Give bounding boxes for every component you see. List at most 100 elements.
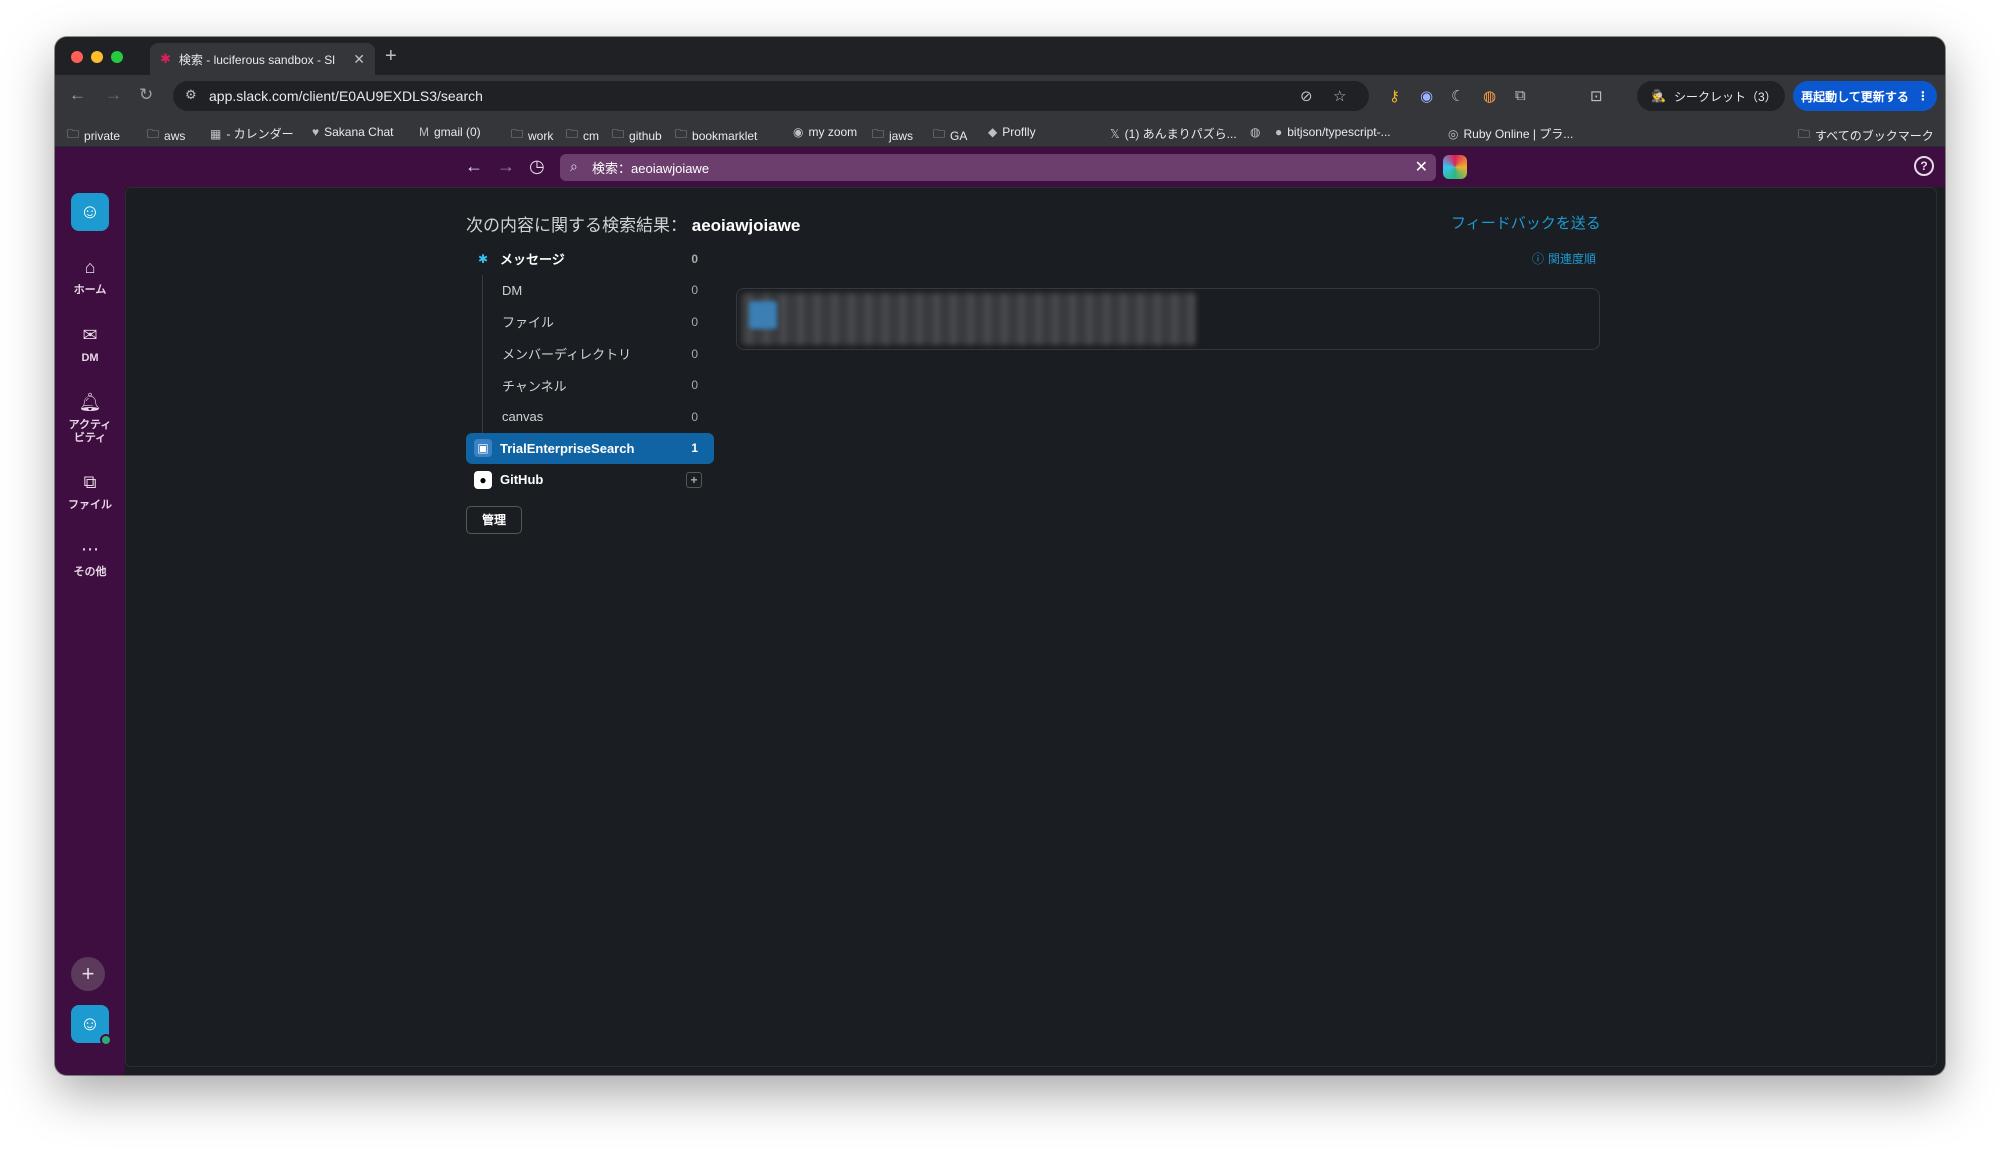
bookmark-item[interactable]: 🗀 aws <box>147 125 185 146</box>
extension-icon[interactable]: ◍ <box>1483 87 1496 105</box>
rail-item-more[interactable]: ⋯ その他 <box>55 539 125 579</box>
github-icon: ● <box>1275 125 1283 139</box>
folder-icon: 🗀 <box>67 127 80 141</box>
workspace-icon[interactable]: ☺ <box>71 193 109 231</box>
user-avatar[interactable]: ☺ <box>71 1005 112 1046</box>
more-icon: ⋯ <box>81 539 99 559</box>
maximize-window-button[interactable] <box>111 51 123 63</box>
bookmark-item[interactable]: Mgmail (0) <box>419 125 481 139</box>
filter-label: メンバーディレクトリ <box>502 347 632 363</box>
eye-off-icon[interactable]: ⊘ <box>1300 87 1313 105</box>
bookmark-item[interactable]: ◍ <box>1250 125 1265 139</box>
clear-search-icon[interactable]: ✕ <box>1415 157 1428 177</box>
history-forward-icon[interactable]: → <box>497 156 515 177</box>
sort-icon: ⓘ <box>1532 252 1545 266</box>
password-manager-icon[interactable]: ◉ <box>1420 87 1433 105</box>
rail-label-more: その他 <box>73 566 107 578</box>
bookmark-item[interactable]: 🗀 GA <box>933 125 967 146</box>
bookmark-label: cm <box>583 128 600 143</box>
bookmark-label: Sakana Chat <box>324 125 394 139</box>
address-bar[interactable]: ⚙ app.slack.com/client/E0AU9EXDLS3/searc… <box>173 81 1369 111</box>
filter-label: DM <box>502 282 523 298</box>
results-title: 次の内容に関する検索結果： aeoiawjoiawe <box>466 211 800 236</box>
filter-member-directory[interactable]: メンバーディレクトリ 0 <box>482 337 714 370</box>
tab-close-icon[interactable]: ✕ <box>353 51 365 68</box>
bookmark-item[interactable]: 🗀 github <box>612 125 662 146</box>
filter-label: GitHub <box>500 472 544 488</box>
sakana-icon: ♥ <box>312 125 320 139</box>
filter-github[interactable]: ● GitHub + <box>466 464 714 496</box>
bookmark-item[interactable]: ▦ - カレンダー <box>210 125 294 142</box>
new-tab-button[interactable]: + <box>385 45 397 68</box>
filter-count: 0 <box>691 378 698 393</box>
star-icon[interactable]: ☆ <box>1333 87 1346 105</box>
trial-app-icon: ▣ <box>474 439 492 458</box>
folder-icon: 🗀 <box>566 127 579 141</box>
key-extension-icon[interactable]: ⚷ <box>1389 87 1400 105</box>
bookmark-item[interactable]: ◎ Ruby Online | プラ... <box>1448 125 1573 142</box>
filter-files[interactable]: ファイル 0 <box>482 306 714 338</box>
results-query: aeoiawjoiawe <box>691 216 801 235</box>
filter-channels[interactable]: チャンネル 0 <box>482 369 714 401</box>
rail-item-files[interactable]: ⧉ ファイル <box>55 472 125 512</box>
connect-github-button[interactable]: + <box>686 471 702 488</box>
results-prefix: 次の内容に関する検索結果： <box>466 216 687 235</box>
feedback-link[interactable]: フィードバックを送る <box>1451 212 1601 233</box>
history-back-icon[interactable]: ← <box>465 156 483 177</box>
puzzle-icon[interactable]: ⧉ <box>1515 87 1526 104</box>
bookmark-item[interactable]: 🗀 cm <box>566 125 599 146</box>
bookmark-label: work <box>528 128 554 143</box>
rail-item-dm[interactable]: ✉ DM <box>55 325 125 365</box>
bookmark-item[interactable]: 🗀 jaws <box>872 125 913 146</box>
filter-count: 0 <box>691 283 698 298</box>
bookmark-item[interactable]: 🗀 private <box>67 125 120 146</box>
search-results-panel: 次の内容に関する検索結果： aeoiawjoiawe フィードバックを送る ⓘ … <box>125 187 1937 1067</box>
bookmark-item[interactable]: 🗀 work <box>511 125 553 146</box>
bell-icon: 🔔︎ <box>78 392 102 412</box>
github-icon: ● <box>474 470 492 489</box>
bookmark-item[interactable]: ◉ my zoom <box>793 125 857 139</box>
site-settings-icon[interactable]: ⚙ <box>185 87 197 103</box>
help-icon[interactable]: ? <box>1914 156 1934 176</box>
bookmark-item[interactable]: 🗀 bookmarklet <box>675 125 757 146</box>
history-icon[interactable]: ◷ <box>529 156 545 177</box>
add-workspace-button[interactable]: + <box>71 957 105 991</box>
back-icon[interactable]: ← <box>69 85 86 105</box>
reload-icon[interactable]: ↻ <box>139 85 153 105</box>
bookmark-item[interactable]: ♥ Sakana Chat <box>312 125 394 139</box>
bookmark-label: my zoom <box>808 125 858 139</box>
rail-item-activity[interactable]: 🔔︎ アクティビティ <box>55 392 125 445</box>
presence-indicator <box>100 1034 112 1046</box>
bookmark-item[interactable]: ◆ Proflly <box>988 125 1036 139</box>
filter-trial-enterprise-search[interactable]: ▣ TrialEnterpriseSearch 1 <box>466 432 714 465</box>
all-bookmarks[interactable]: 🗀 すべてのブックマーク <box>1798 125 1934 146</box>
filter-dm[interactable]: DM 0 <box>482 274 714 307</box>
ai-assistant-icon[interactable] <box>1443 155 1467 179</box>
incognito-indicator[interactable]: 🕵 シークレット（3） <box>1637 81 1785 111</box>
close-window-button[interactable] <box>71 51 83 63</box>
forward-icon[interactable]: → <box>105 85 122 105</box>
search-icon: ⌕ <box>570 158 578 174</box>
proflly-icon: ◆ <box>988 125 998 139</box>
bookmark-item[interactable]: ● bitjson/typescript-... <box>1275 125 1391 139</box>
filter-canvas[interactable]: canvas 0 <box>482 400 714 433</box>
manage-button[interactable]: 管理 <box>466 505 522 534</box>
kebab-menu-icon[interactable]: ⋮ <box>1917 89 1929 103</box>
sort-relevance-button[interactable]: ⓘ 関連度順 <box>1532 250 1596 267</box>
bookmark-item[interactable]: 𝕏 (1) あんまりパズら... <box>1110 125 1237 142</box>
globe-icon: ◍ <box>1250 125 1261 139</box>
bookmark-label: GA <box>950 128 968 143</box>
minimize-window-button[interactable] <box>91 51 103 63</box>
dark-mode-icon[interactable]: ☾ <box>1451 87 1464 105</box>
restart-update-button[interactable]: 再起動して更新する ⋮ <box>1793 81 1937 111</box>
url-text: app.slack.com/client/E0AU9EXDLS3/search <box>209 88 483 104</box>
rail-item-home[interactable]: ⌂ ホーム <box>55 257 125 297</box>
bookmark-label: (1) あんまりパズら... <box>1124 127 1237 141</box>
filter-messages[interactable]: ✱ メッセージ 0 <box>466 243 714 275</box>
search-filter-list: ✱ メッセージ 0 DM 0 ファイル 0 メンバーディレクトリ 0 チャンネル… <box>466 243 714 534</box>
browser-tab[interactable]: ✱ 検索 - luciferous sandbox - Sl ✕ <box>150 43 375 75</box>
search-input[interactable]: ⌕ 検索：aeoiawjoiawe ✕ <box>560 154 1436 181</box>
tab-search-icon[interactable]: ⊡ <box>1590 87 1603 105</box>
search-result-card[interactable] <box>736 288 1600 350</box>
filter-count: 1 <box>691 441 698 456</box>
